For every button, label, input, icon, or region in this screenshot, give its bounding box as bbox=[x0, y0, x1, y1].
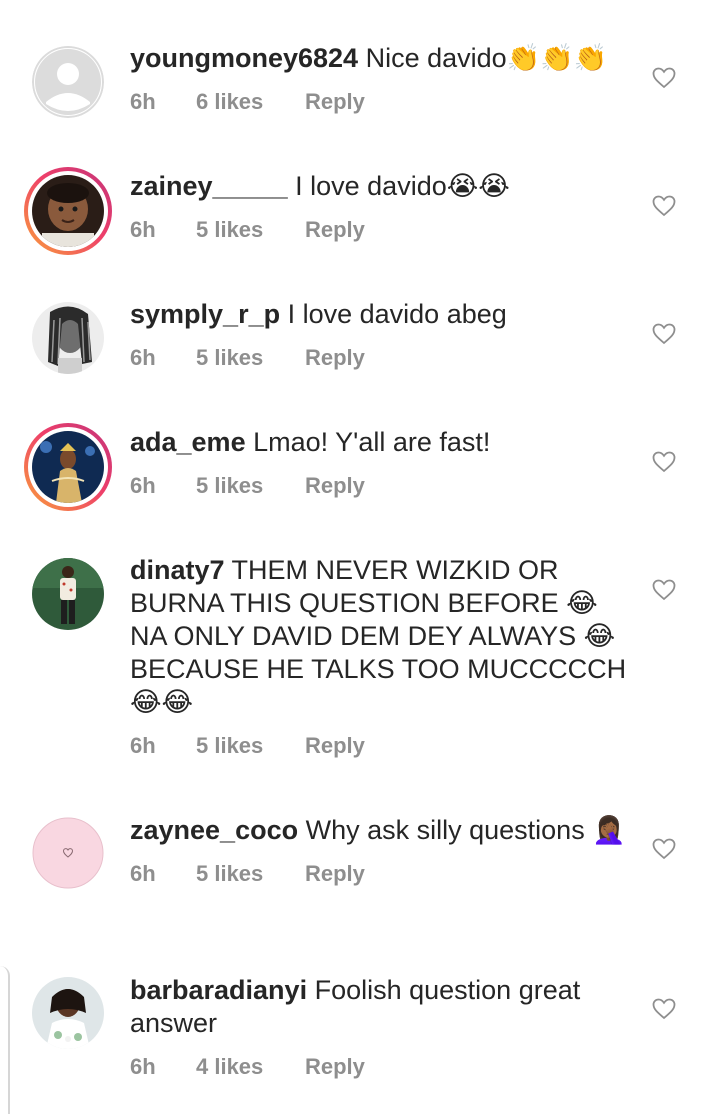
child-photo-avatar-icon bbox=[32, 175, 104, 247]
likes-count[interactable]: 5 likes bbox=[196, 217, 305, 243]
heart-icon[interactable] bbox=[652, 323, 676, 345]
heart-icon[interactable] bbox=[652, 579, 676, 601]
username[interactable]: zaynee_coco bbox=[130, 815, 298, 845]
heart-icon[interactable] bbox=[652, 67, 676, 89]
avatar[interactable] bbox=[32, 817, 104, 889]
heart-icon[interactable] bbox=[652, 195, 676, 217]
pageant-photo-avatar-icon bbox=[32, 431, 104, 503]
comment-emoji: 👏👏👏 bbox=[506, 43, 608, 74]
panel-edge-divider bbox=[0, 966, 10, 1114]
likes-count[interactable]: 5 likes bbox=[196, 473, 305, 499]
username[interactable]: barbaradianyi bbox=[130, 975, 307, 1005]
standing-man-avatar-icon bbox=[32, 558, 104, 630]
avatar[interactable] bbox=[24, 423, 112, 511]
likes-count[interactable]: 4 likes bbox=[196, 1054, 305, 1080]
reply-button[interactable]: Reply bbox=[305, 89, 365, 115]
reply-button[interactable]: Reply bbox=[305, 1054, 365, 1080]
avatar[interactable] bbox=[32, 558, 104, 630]
timestamp: 6h bbox=[130, 473, 156, 498]
username[interactable]: zainey_____ bbox=[130, 171, 288, 201]
pink-heart-avatar-icon bbox=[32, 817, 104, 889]
comment-text: Nice davido bbox=[358, 43, 507, 73]
avatar[interactable] bbox=[24, 167, 112, 255]
avatar[interactable] bbox=[32, 977, 104, 1049]
avatar[interactable] bbox=[32, 46, 104, 118]
username[interactable]: youngmoney6824 bbox=[130, 43, 358, 73]
comment-text: Lmao! Y'all are fast! bbox=[245, 427, 491, 457]
likes-count[interactable]: 6 likes bbox=[196, 89, 305, 115]
username[interactable]: symply_r_p bbox=[130, 299, 280, 329]
likes-count[interactable]: 5 likes bbox=[196, 345, 305, 371]
avatar[interactable] bbox=[32, 302, 104, 374]
heart-icon[interactable] bbox=[652, 998, 676, 1020]
timestamp: 6h bbox=[130, 1054, 156, 1079]
bride-photo-avatar-icon bbox=[32, 977, 104, 1049]
reply-button[interactable]: Reply bbox=[305, 861, 365, 887]
heart-icon[interactable] bbox=[652, 451, 676, 473]
username[interactable]: ada_eme bbox=[130, 427, 246, 457]
username[interactable]: dinaty7 bbox=[130, 555, 225, 585]
comment-text: I love davido bbox=[287, 171, 447, 201]
reply-button[interactable]: Reply bbox=[305, 733, 365, 759]
likes-count[interactable]: 5 likes bbox=[196, 861, 305, 887]
likes-count[interactable]: 5 likes bbox=[196, 733, 305, 759]
heart-icon[interactable] bbox=[652, 838, 676, 860]
comment-text: Why ask silly questions 🤦🏾‍♀️ bbox=[298, 815, 626, 845]
comment-emoji: 😭😭 bbox=[446, 171, 510, 202]
comment-text: I love davido abeg bbox=[280, 299, 507, 329]
timestamp: 6h bbox=[130, 861, 156, 886]
timestamp: 6h bbox=[130, 217, 156, 242]
timestamp: 6h bbox=[130, 733, 156, 758]
reply-button[interactable]: Reply bbox=[305, 473, 365, 499]
timestamp: 6h bbox=[130, 89, 156, 114]
braids-photo-avatar-icon bbox=[32, 302, 104, 374]
reply-button[interactable]: Reply bbox=[305, 217, 365, 243]
user-placeholder-icon bbox=[32, 46, 104, 118]
timestamp: 6h bbox=[130, 345, 156, 370]
reply-button[interactable]: Reply bbox=[305, 345, 365, 371]
